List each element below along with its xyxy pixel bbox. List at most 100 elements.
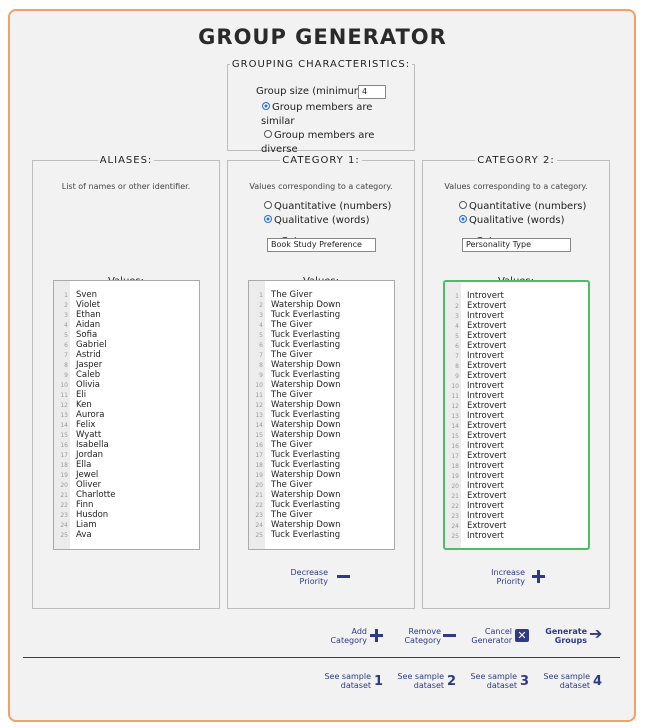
value-row: 17 Extrovert <box>447 451 506 461</box>
value-text: Oliver <box>76 480 102 490</box>
plus-icon <box>532 570 545 583</box>
divider <box>23 657 620 658</box>
diverse-option[interactable]: Group members are <box>264 129 374 143</box>
value-row: 15 Wyatt <box>56 430 115 440</box>
value-row: 14 Extrovert <box>447 421 506 431</box>
value-text: Introvert <box>467 351 504 361</box>
value-row: 22 Introvert <box>447 501 506 511</box>
sample-dataset-3-button[interactable]: See sample dataset 3 <box>464 672 534 694</box>
group-size-label: Group size (minimum): <box>256 86 371 97</box>
remove-category-button[interactable]: Remove Category <box>392 627 441 645</box>
value-row: 18 Ella <box>56 460 115 470</box>
value-row: 16 The Giver <box>251 440 341 450</box>
value-row: 3 Ethan <box>56 310 115 320</box>
similar-option[interactable]: Group members are <box>262 101 372 115</box>
diverse-label: Group members are <box>274 130 375 141</box>
category1-qual-radio[interactable] <box>264 215 272 223</box>
value-text: Extrovert <box>467 361 507 371</box>
category2-values-textarea[interactable]: 1 Introvert 2 Extrovert 3 Introvert 4 Extrovert… <box>443 280 590 550</box>
cancel-generator-label-2: Generator <box>471 636 512 645</box>
close-icon: ✕ <box>515 629 529 642</box>
value-row: 5 Sofia <box>56 330 115 340</box>
value-row: 6 Gabriel <box>56 340 115 350</box>
category1-name-input[interactable]: Book Study Preference <box>267 238 376 252</box>
sample-label-1: See sample <box>397 672 444 681</box>
sample-dataset-1-button[interactable]: See sample dataset 1 <box>318 672 388 694</box>
value-text: Extrovert <box>467 431 507 441</box>
sample-label-2: dataset <box>413 681 444 690</box>
increase-priority-button[interactable]: Increase Priority <box>475 568 525 586</box>
generate-groups-button[interactable]: Generate Groups <box>540 627 587 645</box>
arrow-right-icon: ➔ <box>589 624 603 643</box>
value-row: 11 The Giver <box>251 390 341 400</box>
page-title: GROUP GENERATOR <box>198 25 447 49</box>
value-text: Tuck Everlasting <box>271 450 341 460</box>
decrease-priority-label-2: Priority <box>299 577 328 586</box>
value-text: Watership Down <box>271 470 341 480</box>
value-text: Introvert <box>467 291 504 301</box>
category1-quant-option[interactable]: Quantitative (numbers) <box>264 201 391 212</box>
category2-qual-option[interactable]: Qualitative (words) <box>459 215 564 226</box>
category1-description: Values corresponding to a category. <box>249 182 393 191</box>
value-row: 1 Introvert <box>447 291 506 301</box>
value-text: Tuck Everlasting <box>271 530 341 540</box>
value-text: Charlotte <box>76 490 116 500</box>
value-text: Watership Down <box>271 360 341 370</box>
value-text: The Giver <box>271 390 313 400</box>
sample-number: 4 <box>593 674 603 689</box>
aliases-legend: ALIASES: <box>99 155 153 166</box>
value-row: 4 Aidan <box>56 320 115 330</box>
value-text: Watership Down <box>271 490 341 500</box>
remove-category-label-2: Category <box>404 636 441 645</box>
group-size-input[interactable]: 4 <box>358 85 386 99</box>
category2-name-input[interactable]: Personality Type <box>462 238 571 252</box>
value-text: Extrovert <box>467 421 507 431</box>
add-category-button[interactable]: Add Category <box>320 627 367 645</box>
value-row: 19 Introvert <box>447 471 506 481</box>
category2-qual-label: Qualitative (words) <box>469 215 565 226</box>
value-row: 7 The Giver <box>251 350 341 360</box>
decrease-priority-button[interactable]: Decrease Priority <box>276 568 328 586</box>
value-text: Eli <box>76 390 87 400</box>
value-row: 15 Watership Down <box>251 430 340 440</box>
category1-legend: CATEGORY 1: <box>282 155 360 166</box>
category2-qual-radio[interactable] <box>459 215 467 223</box>
value-row: 5 Extrovert <box>447 331 506 341</box>
value-row: 1 Sven <box>56 290 115 300</box>
value-row: 19 Jewel <box>56 470 115 480</box>
sample-dataset-4-button[interactable]: See sample dataset 4 <box>537 672 607 694</box>
value-row: 22 Tuck Everlasting <box>251 500 341 510</box>
value-row: 24 Extrovert <box>447 521 506 531</box>
diverse-radio[interactable] <box>264 130 272 138</box>
sample-label-2: dataset <box>486 681 517 690</box>
value-text: Tuck Everlasting <box>271 460 341 470</box>
value-text: Jewel <box>76 470 99 480</box>
similar-radio[interactable] <box>262 102 270 110</box>
value-row: 3 Tuck Everlasting <box>251 310 341 320</box>
category2-quant-radio[interactable] <box>459 201 467 209</box>
category1-lines: 1 The Giver 2 Watership Down 3 Tuck Everlasti… <box>251 290 341 540</box>
value-row: 4 The Giver <box>251 320 341 330</box>
cancel-generator-button[interactable]: Cancel Generator <box>464 627 512 645</box>
value-row: 23 Husdon <box>56 510 115 520</box>
value-text: Jordan <box>76 450 104 460</box>
value-row: 13 Aurora <box>56 410 115 420</box>
category1-values-textarea[interactable]: 1 The Giver 2 Watership Down 3 Tuck Everlasti… <box>248 280 395 550</box>
category2-quant-option[interactable]: Quantitative (numbers) <box>459 201 586 212</box>
value-text: Tuck Everlasting <box>271 330 341 340</box>
value-row: 7 Astrid <box>56 350 115 360</box>
category1-quant-label: Quantitative (numbers) <box>274 201 392 212</box>
value-row: 16 Isabella <box>56 440 115 450</box>
value-text: Finn <box>76 500 94 510</box>
value-text: Gabriel <box>76 340 107 350</box>
value-row: 21 Charlotte <box>56 490 115 500</box>
value-text: Introvert <box>467 511 504 521</box>
category1-qual-option[interactable]: Qualitative (words) <box>264 215 369 226</box>
category1-quant-radio[interactable] <box>264 201 272 209</box>
value-text: Introvert <box>467 411 504 421</box>
value-row: 10 Olivia <box>56 380 115 390</box>
aliases-values-textarea[interactable]: 1 Sven 2 Violet 3 Ethan 4 Aidan 5 Sofia 6 Gabriel 7 A… <box>53 280 200 550</box>
sample-dataset-2-button[interactable]: See sample dataset 2 <box>391 672 461 694</box>
value-text: Tuck Everlasting <box>271 410 341 420</box>
add-category-label-1: Add <box>351 627 368 636</box>
